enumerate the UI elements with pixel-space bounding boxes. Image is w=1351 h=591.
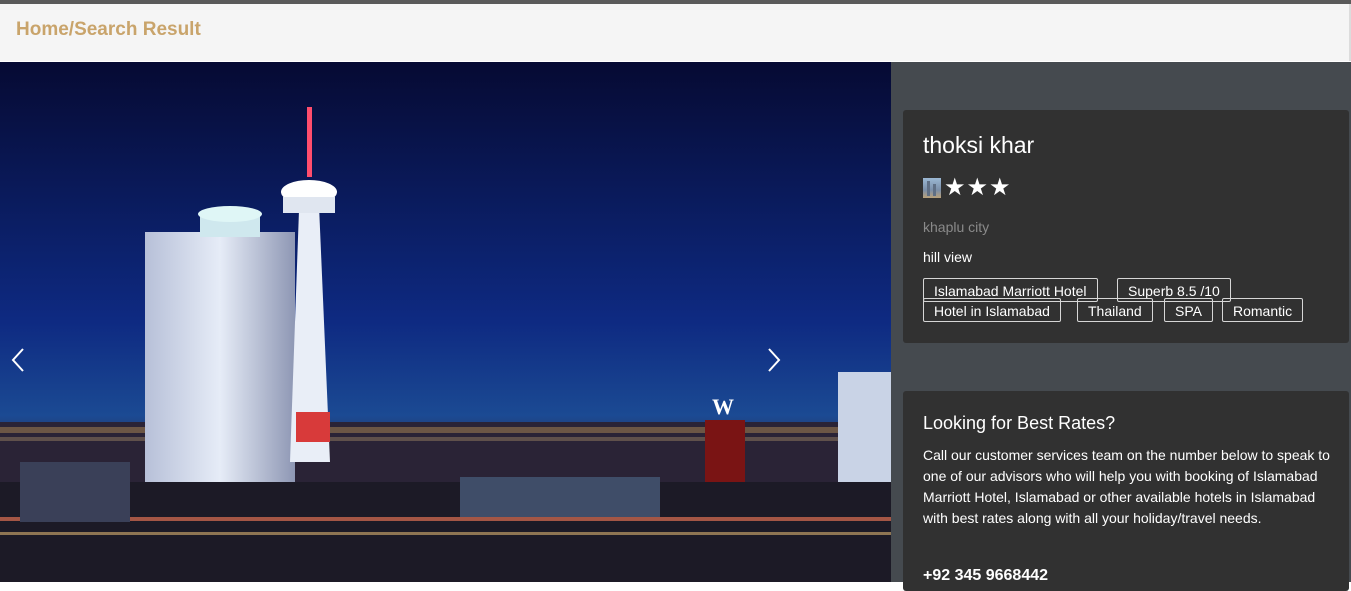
star-icon: ★ <box>966 174 989 201</box>
tag[interactable]: Thailand <box>1077 298 1153 322</box>
sidebar: thoksi khar ★ ★ ★ khaplu city hill view … <box>891 62 1351 591</box>
rates-description: Call our customer services team on the n… <box>923 447 1330 526</box>
chevron-right-icon <box>768 348 781 372</box>
carousel-prev-button[interactable] <box>4 345 34 375</box>
svg-text:W: W <box>712 394 734 419</box>
hotel-icon <box>923 178 941 198</box>
best-rates-card: Looking for Best Rates? Call our custome… <box>903 391 1349 591</box>
star-icon: ★ <box>989 174 1011 201</box>
tag[interactable]: SPA <box>1164 298 1213 322</box>
tag[interactable]: Hotel in Islamabad <box>923 298 1061 322</box>
phone-number[interactable]: +92 345 9668442 <box>923 567 1048 585</box>
city-skyline-image: W <box>0 62 891 582</box>
hotel-image-carousel[interactable]: W <box>0 62 891 582</box>
star-rating: ★ ★ ★ <box>923 175 1012 201</box>
breadcrumb[interactable]: Home/Search Result <box>16 19 201 41</box>
breadcrumb-bar: Home/Search Result <box>0 4 1351 61</box>
rates-title: Looking for Best Rates? <box>923 413 1116 433</box>
hotel-city: khaplu city <box>923 219 990 235</box>
carousel-next-button[interactable] <box>760 345 790 375</box>
tag[interactable]: Romantic <box>1222 298 1304 322</box>
hotel-name: thoksi khar <box>923 132 1035 158</box>
star-icon: ★ <box>944 174 966 201</box>
chevron-left-icon <box>11 348 24 372</box>
hotel-view: hill view <box>923 249 973 265</box>
hotel-info-card: thoksi khar ★ ★ ★ khaplu city hill view … <box>903 110 1349 343</box>
